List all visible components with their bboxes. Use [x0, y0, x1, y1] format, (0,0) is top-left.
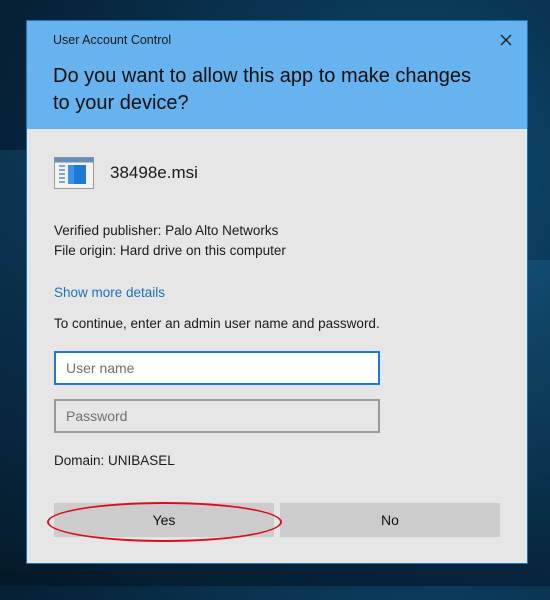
password-input[interactable]	[54, 399, 380, 433]
app-name: 38498e.msi	[110, 163, 198, 182]
domain-label: Domain: UNIBASEL	[54, 453, 175, 468]
uac-dialog: User Account Control Do you want to allo…	[26, 20, 528, 564]
dialog-header: User Account Control Do you want to allo…	[27, 21, 527, 129]
installer-package-icon	[54, 157, 94, 189]
publisher-line: Verified publisher: Palo Alto Networks	[54, 223, 279, 238]
show-details-link[interactable]: Show more details	[54, 285, 165, 300]
origin-line: File origin: Hard drive on this computer	[54, 243, 286, 258]
app-row: 38498e.msi	[54, 156, 198, 190]
username-input[interactable]	[54, 351, 380, 385]
close-button[interactable]	[493, 27, 519, 53]
close-icon	[500, 34, 512, 46]
yes-button[interactable]: Yes	[54, 503, 274, 537]
prompt-question: Do you want to allow this app to make ch…	[53, 65, 472, 114]
no-button[interactable]: No	[280, 503, 500, 537]
instruction-text: To continue, enter an admin user name an…	[54, 316, 380, 331]
publisher-info: Verified publisher: Palo Alto Networks F…	[54, 221, 286, 261]
dialog-title: User Account Control	[53, 33, 172, 47]
